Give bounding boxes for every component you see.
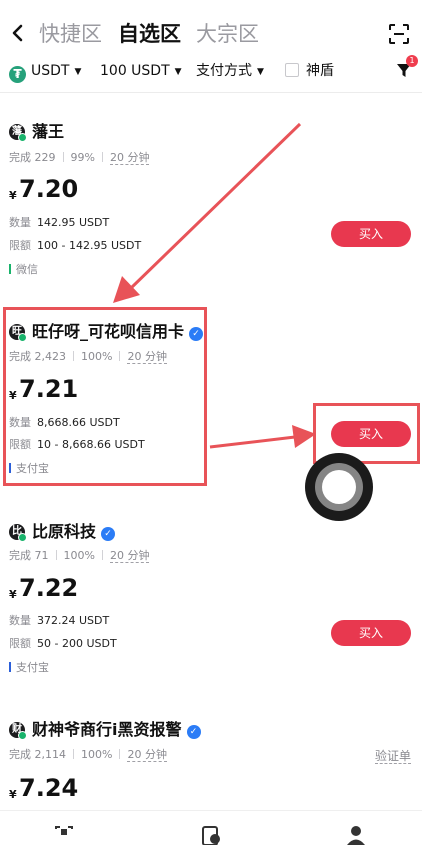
arrowhead-icon: [113, 276, 140, 303]
shield-checkbox[interactable]: 神盾: [285, 62, 334, 80]
scan-button[interactable]: [388, 23, 410, 45]
quantity-row: 数量 372.24 USDT: [9, 614, 109, 628]
release-time: 20 分钟: [109, 549, 150, 563]
completion-rate: 99%: [70, 151, 95, 164]
merchant-name[interactable]: 财神爷商行i黑资报警 ✓: [32, 719, 201, 741]
shield-label: 神盾: [306, 63, 334, 79]
user-icon: [347, 826, 365, 845]
price: 7.20: [19, 175, 79, 203]
merchant-name-text: 比原科技: [32, 522, 97, 541]
limit-label: 限额: [9, 239, 31, 252]
price: 7.24: [19, 774, 79, 802]
merchant-stats: 完成 229 99% 20 分钟: [9, 151, 150, 165]
quantity-label: 数量: [9, 614, 31, 627]
merchant-name[interactable]: 藩王: [32, 121, 64, 143]
float-core: [322, 470, 356, 504]
caret-down-icon: ▼: [257, 67, 264, 77]
back-button[interactable]: [9, 21, 27, 45]
payment-label: 支付方式: [196, 63, 252, 79]
release-time: 20 分钟: [109, 151, 150, 165]
completed-count: 完成 2,114: [9, 748, 66, 761]
nav-profile[interactable]: [345, 825, 367, 845]
chevron-left-icon: [12, 24, 23, 42]
payment-label: 支付宝: [16, 661, 49, 674]
separator: [101, 152, 103, 162]
orders-icon: [202, 826, 220, 846]
verified-icon: ✓: [101, 527, 116, 541]
completed-count: 完成 229: [9, 151, 56, 164]
merchant-name-text: 财神爷商行i黑资报警: [32, 720, 182, 739]
separator: [73, 749, 74, 759]
nav-orders[interactable]: [200, 825, 222, 846]
highlight-box-merchant: [3, 307, 207, 486]
separator: [101, 550, 103, 560]
quantity-row: 数量 142.95 USDT: [9, 216, 109, 230]
limit-value: 50 - 200 USDT: [37, 637, 117, 650]
separator: [55, 550, 57, 560]
quantity-value: 142.95 USDT: [37, 216, 110, 229]
quantity-label: 数量: [9, 216, 31, 229]
currency-label: USDT: [31, 63, 70, 79]
currency-select[interactable]: ₮ USDT ▼: [9, 62, 81, 83]
limit-row: 限额 100 - 142.95 USDT: [9, 239, 141, 253]
online-dot: [18, 731, 27, 740]
avatar: 藩: [9, 124, 27, 142]
payment-select[interactable]: 支付方式 ▼: [196, 62, 264, 81]
payment-label: 微信: [16, 263, 38, 276]
exchange-icon: [55, 826, 73, 835]
currency-symbol: ¥: [9, 788, 17, 801]
checkbox-icon: [285, 63, 299, 77]
tab-selected[interactable]: 自选区: [118, 20, 181, 48]
merchant-name[interactable]: 比原科技 ✓: [32, 521, 116, 543]
arrow-line: [128, 122, 302, 291]
arrow-line: [209, 435, 296, 449]
nav-trade[interactable]: [53, 825, 75, 845]
caret-down-icon: ▼: [174, 67, 182, 77]
online-dot: [18, 533, 27, 542]
verified-icon: ✓: [186, 725, 201, 739]
scan-icon: [389, 24, 409, 44]
avatar: 财: [9, 722, 27, 740]
avatar: 比: [9, 524, 27, 542]
separator: [119, 749, 121, 759]
amount-label: 100 USDT: [100, 63, 170, 79]
limit-row: 限额 50 - 200 USDT: [9, 637, 117, 651]
price: 7.22: [19, 574, 79, 602]
currency-symbol: ¥: [9, 588, 17, 601]
alipay-bar-icon: [9, 662, 11, 672]
tether-icon: ₮: [9, 66, 26, 83]
buy-button[interactable]: 买入: [331, 221, 411, 247]
completion-rate: 100%: [63, 549, 95, 562]
tab-bulk[interactable]: 大宗区: [196, 20, 259, 48]
caret-down-icon: ▼: [74, 67, 82, 77]
filter-badge: 1: [406, 55, 418, 67]
divider: [0, 92, 422, 93]
quantity-value: 372.24 USDT: [37, 614, 110, 627]
limit-label: 限额: [9, 637, 31, 650]
completion-rate: 100%: [81, 748, 113, 761]
completed-count: 完成 71: [9, 549, 49, 562]
payment-method: 支付宝: [9, 661, 49, 675]
amount-select[interactable]: 100 USDT ▼: [100, 62, 182, 81]
bottom-nav: [0, 810, 422, 846]
release-time: 20 分钟: [127, 748, 167, 762]
tab-quick[interactable]: 快捷区: [39, 20, 102, 48]
currency-symbol: ¥: [9, 189, 17, 202]
limit-value: 100 - 142.95 USDT: [37, 239, 142, 252]
header: 快捷区 自选区 大宗区: [0, 0, 422, 66]
floating-assistive-button[interactable]: [305, 453, 373, 521]
filter-bar: ₮ USDT ▼ 100 USDT ▼ 支付方式 ▼ 神盾: [0, 58, 422, 84]
buy-button[interactable]: 买入: [331, 620, 411, 646]
separator: [62, 152, 64, 162]
merchant-stats: 完成 71 100% 20 分钟: [9, 549, 150, 563]
payment-method: 微信: [9, 263, 38, 277]
merchant-stats: 完成 2,114 100% 20 分钟: [9, 748, 167, 762]
verify-order-link[interactable]: 验证单: [374, 749, 411, 764]
online-dot: [18, 133, 27, 142]
wechat-bar-icon: [9, 264, 11, 274]
